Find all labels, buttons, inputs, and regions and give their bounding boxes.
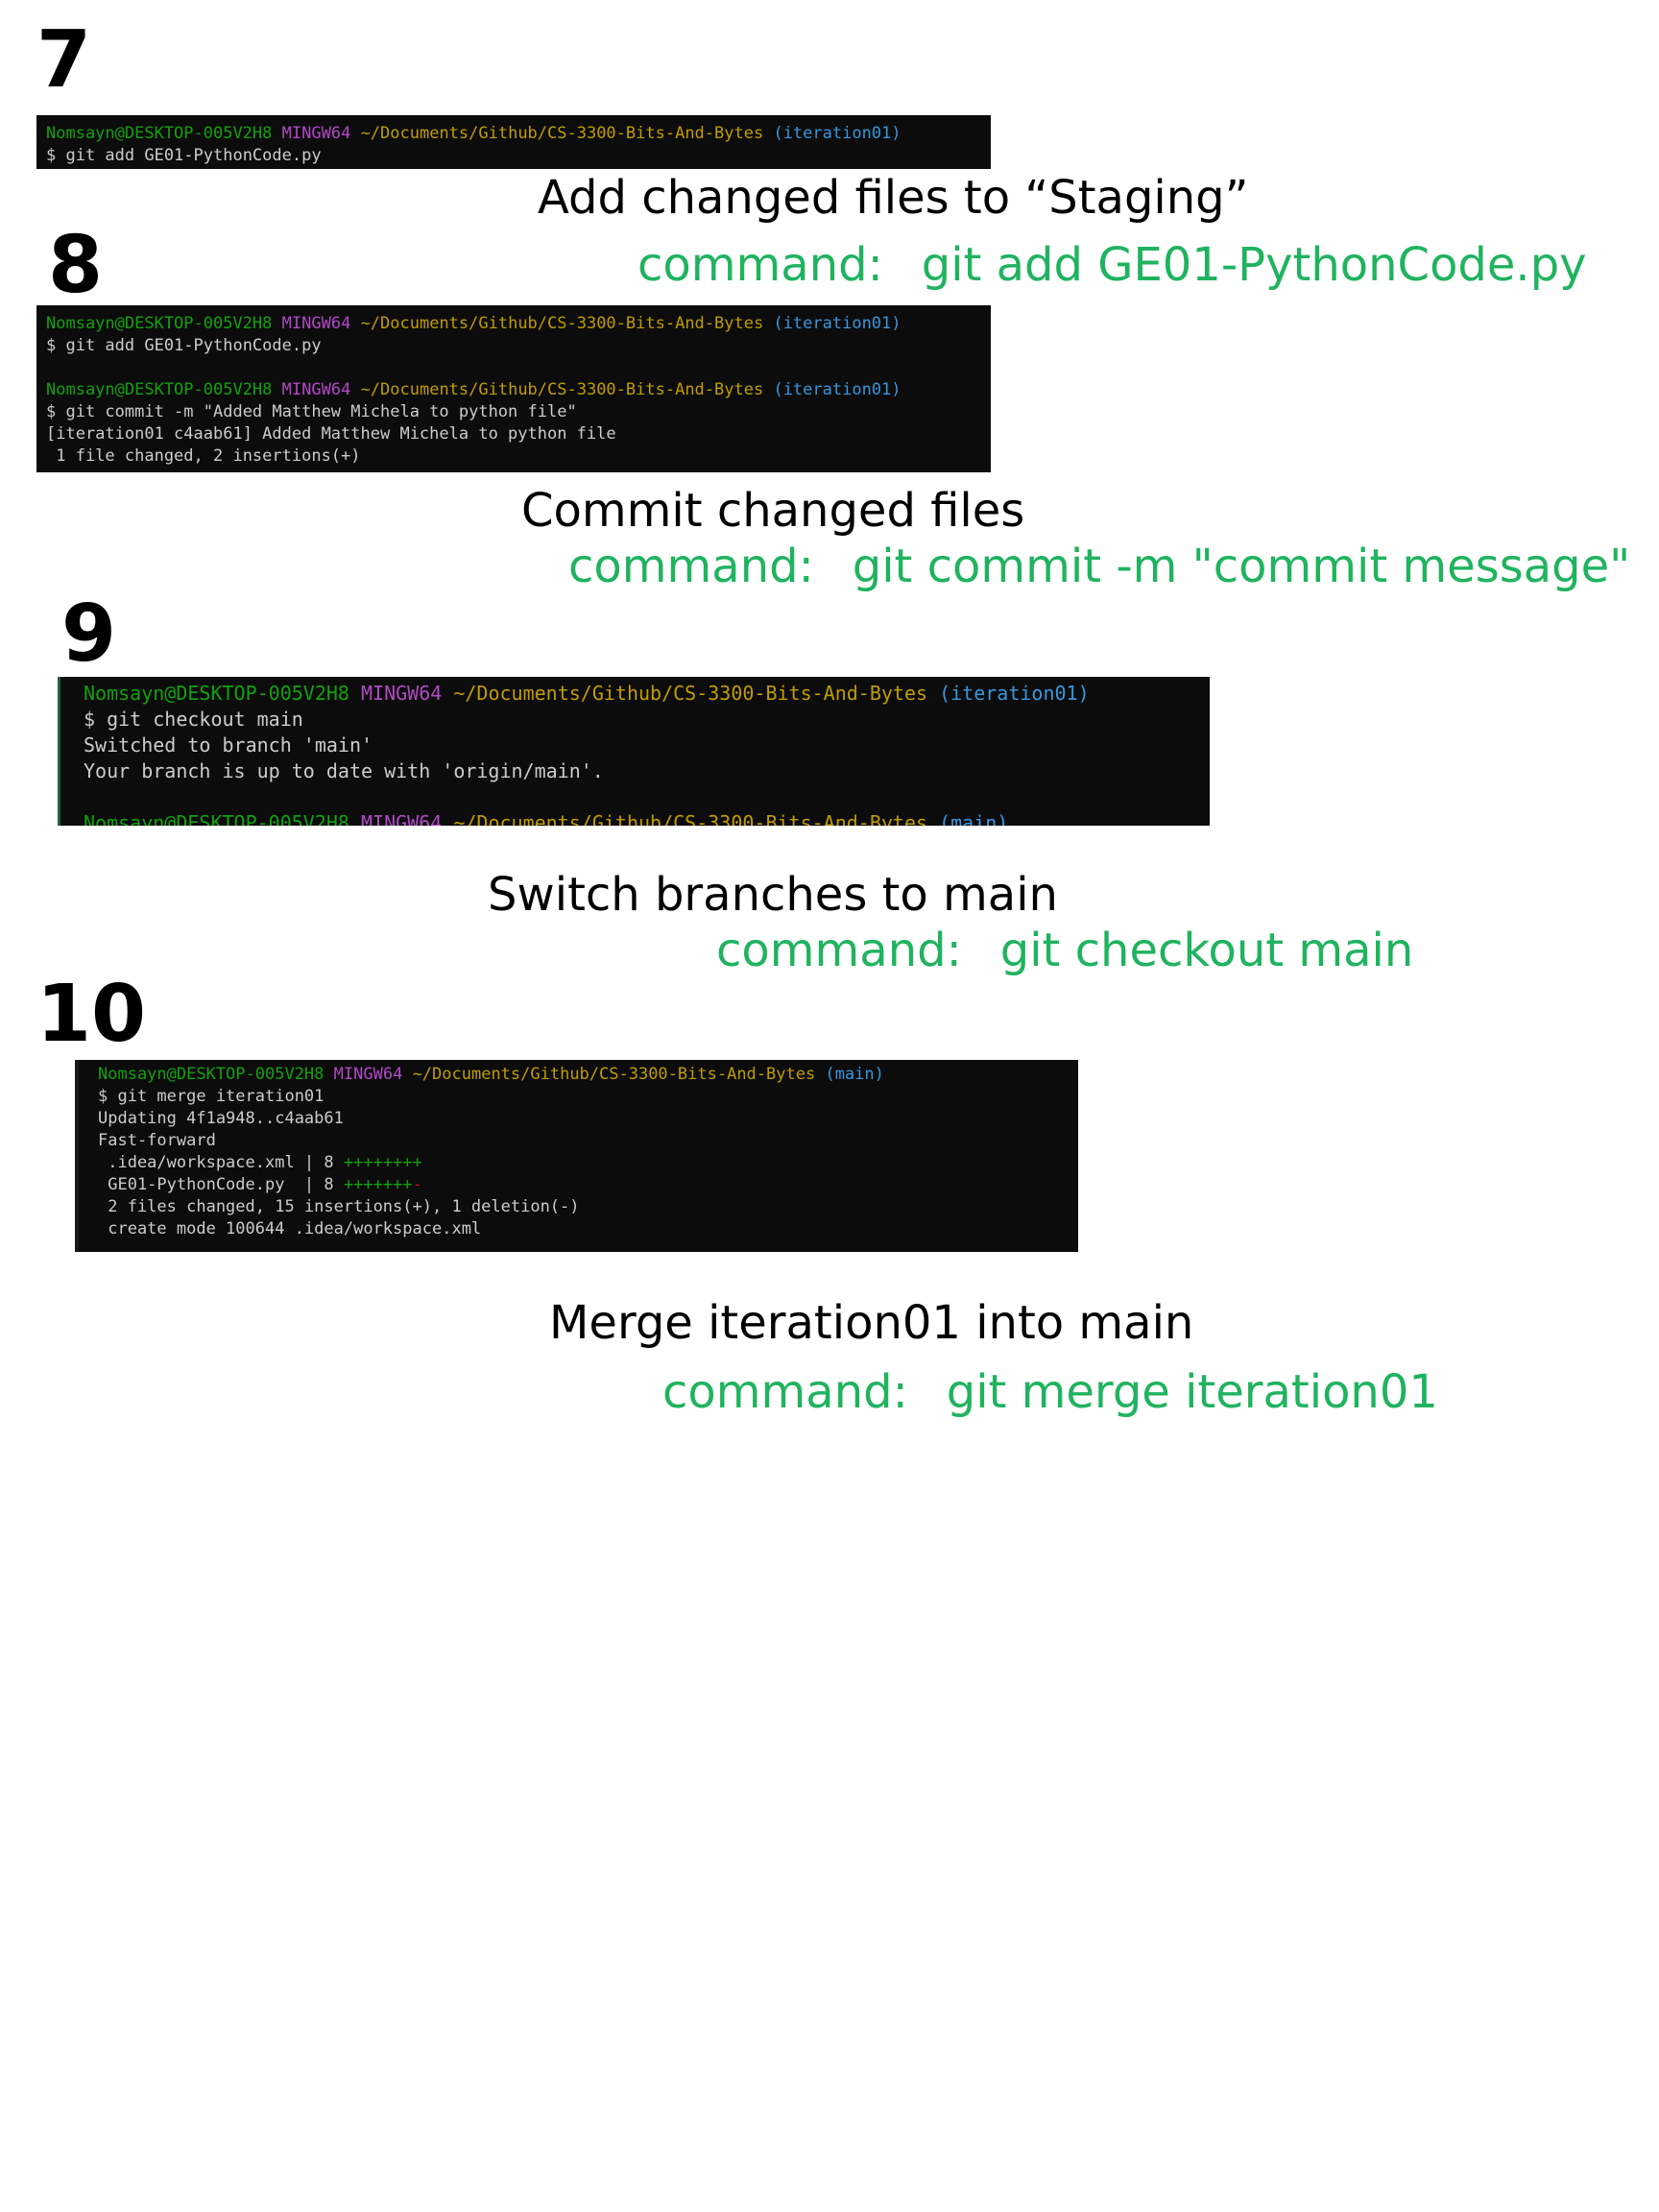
- terminal-output-line: 2 files changed, 15 insertions(+), 1 del…: [98, 1196, 580, 1216]
- terminal-output-line: 1 file changed, 2 insertions(+): [46, 445, 361, 466]
- step-command: command: git checkout main: [716, 927, 1413, 974]
- prompt-system: MINGW64: [281, 124, 351, 143]
- step-command: command: git add GE01-PythonCode.py: [637, 242, 1587, 288]
- prompt-branch: (iteration01): [773, 379, 902, 399]
- step-number: 9: [61, 589, 117, 680]
- terminal-prompt: Nomsayn@DESKTOP-005V2H8 MINGW64 ~/Docume…: [46, 313, 991, 335]
- diffstat-line: .idea/workspace.xml | 8 ++++++++: [98, 1152, 1078, 1174]
- diffstat-file: .idea/workspace.xml | 8: [98, 1152, 344, 1172]
- command-text: git merge iteration01: [946, 1365, 1438, 1419]
- command-text: git commit -m "commit message": [852, 540, 1631, 593]
- terminal-screenshot: Nomsayn@DESKTOP-005V2H8 MINGW64 ~/Docume…: [36, 305, 991, 472]
- step-description: Switch branches to main: [488, 868, 1058, 922]
- diffstat-line: GE01-PythonCode.py | 8 +++++++-: [98, 1174, 1078, 1196]
- terminal-output-line: Fast-forward: [98, 1130, 216, 1150]
- prompt-branch: (iteration01): [939, 682, 1090, 705]
- terminal-output-line: $ git add GE01-PythonCode.py: [46, 145, 322, 165]
- prompt-path: ~/Documents/Github/CS-3300-Bits-And-Byte…: [360, 314, 764, 333]
- command-label: command:: [568, 540, 814, 593]
- step-number: 8: [48, 220, 104, 311]
- step-description: Add changed files to “Staging”: [538, 171, 1249, 225]
- step-number: 7: [36, 14, 92, 106]
- prompt-user: Nomsayn@DESKTOP-005V2H8: [84, 682, 349, 705]
- prompt-path: ~/Documents/Github/CS-3300-Bits-And-Byte…: [360, 379, 764, 399]
- terminal-output-line: Your branch is up to date with 'origin/m…: [84, 759, 604, 782]
- prompt-user: Nomsayn@DESKTOP-005V2H8: [98, 1065, 325, 1084]
- command-label: command:: [662, 1365, 908, 1419]
- terminal-output-line: $ git add GE01-PythonCode.py: [46, 335, 322, 355]
- prompt-system: MINGW64: [333, 1065, 403, 1084]
- diffstat-insertions: ++++++++: [343, 1152, 422, 1172]
- terminal-prompt: Nomsayn@DESKTOP-005V2H8 MINGW64 ~/Docume…: [84, 810, 1210, 826]
- prompt-path: ~/Documents/Github/CS-3300-Bits-And-Byte…: [360, 124, 764, 143]
- terminal-prompt: Nomsayn@DESKTOP-005V2H8 MINGW64 ~/Docume…: [46, 379, 991, 401]
- prompt-user: Nomsayn@DESKTOP-005V2H8: [46, 314, 273, 333]
- command-label: command:: [637, 238, 883, 292]
- command-label: command:: [716, 924, 962, 977]
- command-text: git checkout main: [999, 924, 1414, 977]
- prompt-user: Nomsayn@DESKTOP-005V2H8: [84, 811, 349, 826]
- terminal-output-line: $ git checkout main: [84, 708, 303, 731]
- terminal-screenshot: Nomsayn@DESKTOP-005V2H8 MINGW64 ~/Docume…: [36, 115, 991, 169]
- step-command: command: git commit -m "commit message": [568, 543, 1630, 589]
- prompt-path: ~/Documents/Github/CS-3300-Bits-And-Byte…: [412, 1065, 816, 1084]
- prompt-user: Nomsayn@DESKTOP-005V2H8: [46, 124, 273, 143]
- prompt-branch: (iteration01): [773, 314, 902, 333]
- terminal-prompt: Nomsayn@DESKTOP-005V2H8 MINGW64 ~/Docume…: [98, 1064, 1078, 1086]
- prompt-path: ~/Documents/Github/CS-3300-Bits-And-Byte…: [453, 811, 928, 826]
- terminal-output-line: create mode 100644 .idea/workspace.xml: [98, 1218, 482, 1238]
- step-number: 10: [36, 969, 147, 1060]
- prompt-user: Nomsayn@DESKTOP-005V2H8: [46, 379, 273, 399]
- diffstat-deletions: -: [412, 1174, 422, 1194]
- prompt-branch: (iteration01): [773, 124, 902, 143]
- prompt-branch: (main): [939, 811, 1009, 826]
- diffstat-insertions: +++++++: [343, 1174, 413, 1194]
- terminal-prompt: Nomsayn@DESKTOP-005V2H8 MINGW64 ~/Docume…: [46, 123, 991, 145]
- step-description: Commit changed files: [521, 484, 1025, 538]
- prompt-system: MINGW64: [361, 682, 443, 705]
- terminal-output-line: [iteration01 c4aab61] Added Matthew Mich…: [46, 423, 616, 444]
- terminal-screenshot: Nomsayn@DESKTOP-005V2H8 MINGW64 ~/Docume…: [75, 1060, 1078, 1252]
- terminal-output-line: Updating 4f1a948..c4aab61: [98, 1108, 344, 1128]
- terminal-screenshot: Nomsayn@DESKTOP-005V2H8 MINGW64 ~/Docume…: [58, 677, 1210, 826]
- diffstat-file: GE01-PythonCode.py | 8: [98, 1174, 344, 1194]
- terminal-prompt: Nomsayn@DESKTOP-005V2H8 MINGW64 ~/Docume…: [84, 681, 1210, 707]
- terminal-output-line: $ git merge iteration01: [98, 1086, 325, 1106]
- command-text: git add GE01-PythonCode.py: [921, 238, 1587, 292]
- prompt-system: MINGW64: [281, 379, 351, 399]
- step-description: Merge iteration01 into main: [549, 1296, 1194, 1350]
- prompt-system: MINGW64: [361, 811, 443, 826]
- step-command: command: git merge iteration01: [662, 1369, 1438, 1415]
- prompt-branch: (main): [825, 1065, 884, 1084]
- prompt-system: MINGW64: [281, 314, 351, 333]
- terminal-output-line: Switched to branch 'main': [84, 733, 373, 757]
- terminal-output-line: $ git commit -m "Added Matthew Michela t…: [46, 401, 577, 421]
- prompt-path: ~/Documents/Github/CS-3300-Bits-And-Byte…: [453, 682, 928, 705]
